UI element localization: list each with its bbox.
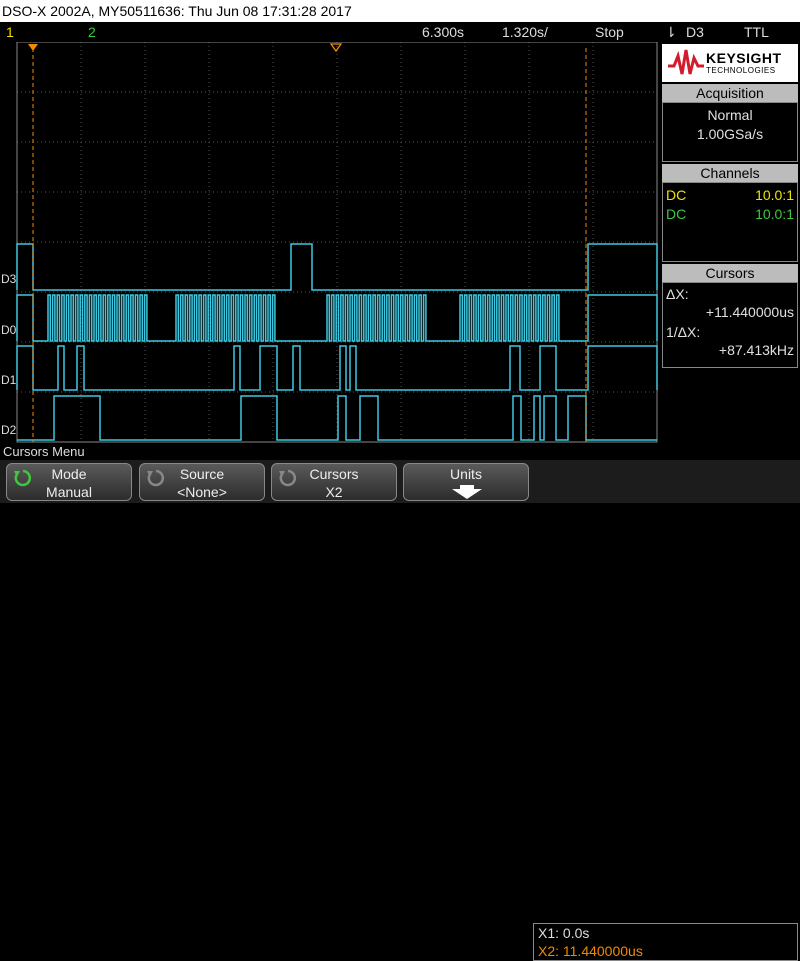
arrow-down-icon — [452, 485, 482, 499]
channel-1-indicator[interactable]: 1 — [6, 22, 14, 42]
inverse-delta-x-label: 1/ΔX: — [666, 324, 701, 340]
side-panel: KEYSIGHT TECHNOLOGIES Acquisition Normal… — [660, 42, 800, 444]
trace-d1 — [16, 345, 658, 391]
digital-label-d2: D2 — [1, 423, 17, 437]
delay-marker-icon — [329, 43, 343, 53]
timebase-readout: 6.300s — [422, 24, 465, 40]
channel-1-coupling: DC — [666, 187, 687, 203]
source-softkey-value: <None> — [177, 484, 227, 500]
waveform-graticule: D3 D0 D1 D2 — [1, 41, 658, 443]
x2-readout: X2: 11.440000us — [538, 943, 643, 959]
delta-x-label: ΔX: — [666, 286, 689, 302]
delay-readout: 1.320s/ — [502, 24, 548, 40]
units-softkey-label: Units — [450, 466, 482, 482]
trigger-edge-icon: ⇂ — [665, 24, 677, 40]
channel-1-row: DC 10.0:1 — [666, 186, 794, 204]
acquisition-rate: 1.00GSa/s — [696, 126, 764, 142]
mode-softkey-label: Mode — [51, 466, 87, 482]
menu-title: Cursors Menu — [0, 444, 800, 460]
window-title: DSO-X 2002A, MY50511636: Thu Jun 08 17:3… — [2, 3, 352, 19]
units-softkey[interactable]: Units — [403, 463, 529, 501]
cursor-readout: X1: 0.0s X2: 11.440000us — [533, 923, 798, 961]
acquisition-panel: Normal 1.00GSa/s — [662, 102, 798, 162]
digital-label-d3: D3 — [1, 272, 17, 286]
source-softkey[interactable]: Source <None> — [139, 463, 265, 501]
mode-softkey-value: Manual — [46, 484, 92, 500]
channels-header: Channels — [662, 164, 798, 182]
cursors-softkey-value: X2 — [325, 484, 343, 500]
delta-x-value: +11.440000us — [705, 304, 794, 320]
keysight-wave-icon — [668, 49, 704, 75]
run-state: Stop — [595, 24, 624, 40]
channel-2-coupling: DC — [666, 206, 687, 222]
trigger-marker-icon — [28, 44, 38, 51]
cursors-header: Cursors — [662, 264, 798, 282]
source-softkey-label: Source — [179, 466, 225, 482]
channel-2-probe: 10.0:1 — [755, 206, 794, 222]
digital-label-d1: D1 — [1, 373, 17, 387]
status-bar: 1 2 6.300s 1.320s/ Stop ⇂ D3 TTL — [0, 22, 800, 42]
channel-1-probe: 10.0:1 — [755, 187, 794, 203]
acquisition-header: Acquisition — [662, 84, 798, 102]
inverse-delta-x-value: +87.413kHz — [718, 342, 794, 358]
mode-softkey[interactable]: Mode Manual — [6, 463, 132, 501]
brand-sub: TECHNOLOGIES — [706, 66, 776, 75]
trigger-level: TTL — [744, 24, 769, 40]
digital-label-d0: D0 — [1, 323, 17, 337]
cursors-panel: ΔX: +11.440000us 1/ΔX: +87.413kHz — [662, 282, 798, 368]
softkey-bar: Mode Manual Source <None> Cursors X2 Uni… — [0, 460, 800, 961]
channel-2-indicator[interactable]: 2 — [88, 22, 96, 42]
cursors-softkey[interactable]: Cursors X2 — [271, 463, 397, 501]
channels-panel: DC 10.0:1 DC 10.0:1 — [662, 182, 798, 262]
trigger-source: D3 — [686, 24, 704, 40]
x1-readout: X1: 0.0s — [538, 925, 590, 941]
acquisition-mode: Normal — [707, 107, 753, 123]
brand-name: KEYSIGHT — [706, 50, 782, 66]
cursors-softkey-label: Cursors — [309, 466, 359, 482]
waveform-display[interactable]: D3 D0 D1 D2 — [0, 41, 660, 444]
channel-2-row: DC 10.0:1 — [666, 205, 794, 223]
title-bar: DSO-X 2002A, MY50511636: Thu Jun 08 17:3… — [0, 0, 800, 22]
keysight-logo: KEYSIGHT TECHNOLOGIES — [662, 44, 798, 82]
